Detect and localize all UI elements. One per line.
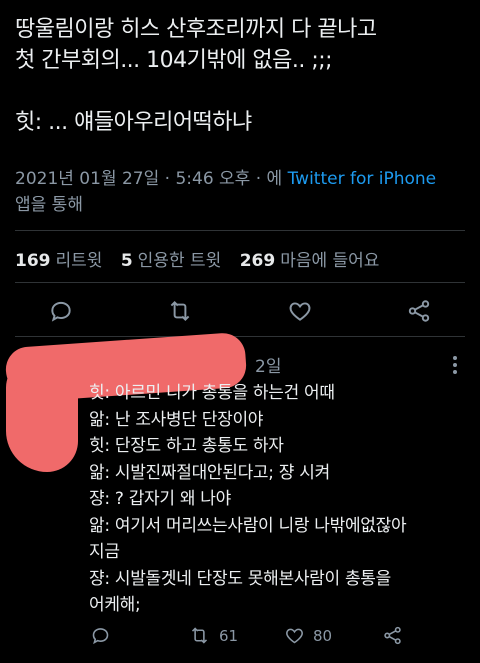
- divider: [15, 336, 465, 337]
- quotes-stat[interactable]: 5 인용한 트윗: [121, 251, 221, 271]
- reply-like-button[interactable]: 80: [284, 625, 332, 646]
- reply-retweet-button[interactable]: 61: [188, 625, 238, 646]
- like-button[interactable]: [287, 298, 313, 324]
- reply-reply-button[interactable]: [90, 625, 111, 646]
- divider: [15, 282, 465, 283]
- reply-timestamp[interactable]: 2일: [255, 352, 281, 377]
- tweet-body: 땅울림이랑 히스 산후조리까지 다 끝나고 첫 간부회의... 104기밖에 없…: [15, 14, 470, 138]
- reply-line: 앎: 난 조사병단 단장이야: [89, 409, 264, 430]
- quotes-label: 인용한 트윗: [137, 251, 222, 271]
- heart-icon: [286, 628, 303, 644]
- share-button[interactable]: [406, 298, 432, 324]
- reply-line: 힛: 단장도 하고 총통도 하자: [89, 436, 284, 456]
- share-icon: [384, 626, 401, 645]
- more-vertical-icon: [453, 356, 457, 374]
- likes-label: 마음에 들어요: [280, 251, 380, 271]
- reply-retweet-count: 61: [219, 626, 239, 645]
- reply-line: 쟝: ? 갑자기 왜 나야: [89, 489, 231, 509]
- likes-count: 269: [239, 251, 276, 271]
- reply-line: 힛: 아르민 니가 총통을 하는건 어때: [89, 383, 335, 403]
- reply-icon: [92, 628, 109, 645]
- source-link[interactable]: Twitter for iPhone: [288, 169, 437, 189]
- divider: [15, 230, 465, 231]
- tweet-actions: [0, 298, 480, 328]
- retweets-label: 리트윗: [55, 251, 103, 271]
- reply-text: 힛: 아르민 니가 총통을 하는건 어때 앎: 난 조사병단 단장이야 힛: 단…: [89, 380, 474, 619]
- tweet-line-1: 땅울림이랑 히스 산후조리까지 다 끝나고: [15, 17, 377, 42]
- reply-button[interactable]: [48, 298, 74, 324]
- quotes-count: 5: [120, 251, 133, 271]
- tweet-date: 2021년 01월 27일 · 5:46 오후 · 에: [15, 169, 288, 189]
- heart-icon: [289, 302, 311, 321]
- retweet-button[interactable]: [166, 298, 194, 324]
- reply-line: 어케해;: [89, 595, 141, 615]
- likes-stat[interactable]: 269 마음에 들어요: [240, 251, 380, 271]
- reply-icon: [51, 301, 71, 322]
- reply-like-count: 80: [313, 626, 333, 645]
- reply-line: 앎: 여기서 머리쓰는사람이 니랑 나밖에없잖아: [89, 515, 407, 536]
- tweet-line-2: 첫 간부회의... 104기밖에 없음.. ;;;: [15, 48, 333, 73]
- retweet-icon: [170, 301, 190, 321]
- reply-share-button[interactable]: [382, 625, 403, 646]
- source-suffix: 앱을 통해: [15, 195, 83, 215]
- retweets-stat[interactable]: 169 리트윗: [15, 251, 102, 271]
- share-icon: [408, 300, 430, 322]
- engagement-stats: 169 리트윗 5 인용한 트윗 269 마음에 들어요: [15, 246, 392, 271]
- retweets-count: 169: [15, 251, 51, 271]
- more-button[interactable]: [450, 354, 460, 376]
- reply-actions: 61 80: [0, 625, 480, 655]
- tweet-meta: 2021년 01월 27일 · 5:46 오후 · 에 Twitter for …: [15, 166, 470, 218]
- reply-line: 지금: [89, 542, 120, 562]
- tweet-line-3: 힛: ... 얘들아우리어떡하냐: [15, 110, 252, 135]
- reply-line: 쟝: 시발돌겟네 단장도 못해본사람이 총통을: [89, 568, 391, 589]
- retweet-icon: [191, 627, 208, 644]
- reply-line: 앎: 시발진짜절대안된다고; 쟝 시켜: [89, 462, 330, 483]
